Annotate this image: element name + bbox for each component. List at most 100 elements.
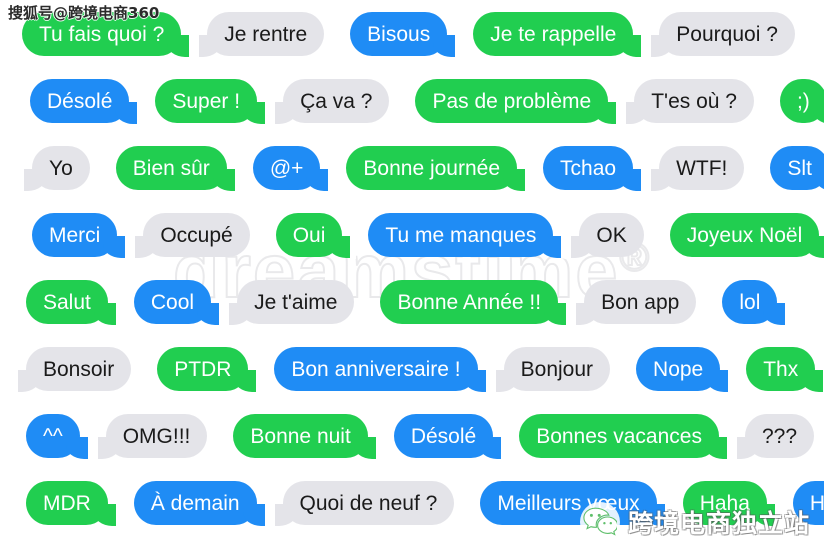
message-bubble[interactable]: Bonnes vacances [519,414,733,460]
message-bubble[interactable]: Je te rappelle [473,12,648,58]
message-bubble[interactable]: Joyeux Noël [669,213,824,259]
message-bubble-label: ^^ [43,424,63,448]
message-bubble-label: @+ [269,156,304,180]
message-bubble[interactable]: Tchao [543,146,648,192]
message-bubble[interactable]: OK [565,213,644,259]
message-bubble[interactable]: Bisous [350,12,462,58]
message-bubble-label: T'es où ? [651,89,737,113]
message-bubble-board: dreamstime® Tu fais quoi ? Je rentre Bisou… [0,0,824,548]
message-bubble[interactable]: Pourquoi ? [645,12,795,58]
message-bubble-label: Occupé [160,223,233,247]
message-bubble[interactable]: Occupé [129,213,250,259]
message-bubble[interactable]: Salut [26,280,122,326]
message-bubble-label: Je t'aime [254,290,338,314]
message-bubble[interactable]: Bonjour [489,347,611,393]
message-bubble-label: Tu fais quoi ? [39,22,165,46]
message-bubble-label: Bisous [367,22,431,46]
message-bubble-label: Bien sûr [132,156,210,180]
message-bubble-label: Désolé [47,89,113,113]
message-bubble-label: Je te rappelle [490,22,617,46]
message-bubble-label: Bonne nuit [250,424,351,448]
message-bubble-label: Nope [653,357,704,381]
message-bubble[interactable]: Quoi de neuf ? [268,481,455,527]
message-bubble-label: OK [596,223,627,247]
message-bubble[interactable]: ^^ [26,414,94,460]
message-bubble[interactable]: Bon anniversaire ! [274,347,492,393]
message-bubble-label: Bonne journée [363,156,501,180]
wechat-overlay: 跨境电商独立站 [579,502,810,542]
bubble-row: Bonsoir PTDR Bon anniversaire ! Bonjour Nope… [0,341,824,397]
message-bubble-label: Je rentre [224,22,308,46]
message-bubble[interactable]: Tu me manques [368,213,568,259]
message-bubble[interactable]: Cool [133,280,226,326]
message-bubble-label: ??? [761,424,798,448]
message-bubble-label: Cool [150,290,195,314]
message-bubble[interactable]: MDR [26,481,122,527]
message-bubble[interactable]: Bonne Année !! [380,280,572,326]
message-bubble[interactable]: Je rentre [193,12,325,58]
message-bubble[interactable]: Yo [18,146,90,192]
bubble-row: Yo Bien sûr @+ Bonne journée Tchao WTF! Slt [0,140,824,196]
message-bubble[interactable]: Slt [770,146,824,191]
message-bubble-label: Bonne Année !! [397,290,542,314]
sohu-watermark: 搜狐号@跨境电商360 [8,4,160,22]
message-bubble[interactable]: ;) [779,79,824,124]
bubble-row: Désolé Super ! Ça va ? Pas de problème T'es … [0,73,824,129]
message-bubble[interactable]: Bien sûr [115,146,241,192]
message-bubble-label: Salut [43,290,91,314]
message-bubble[interactable]: PTDR [157,347,263,393]
message-bubble[interactable]: Pas de problème [415,79,622,125]
message-bubble-label: WTF! [676,156,728,180]
message-bubble-label: Bonjour [520,357,594,381]
message-bubble[interactable]: Bonne journée [346,146,531,192]
message-bubble-label: Yo [49,156,73,180]
message-bubble[interactable]: Bonsoir [11,347,132,393]
message-bubble-label: Thx [763,357,799,381]
message-bubble-label: Tchao [560,156,617,180]
message-bubble[interactable]: Bon app [570,280,697,326]
message-bubble[interactable]: Je t'aime [223,280,355,326]
message-bubble[interactable]: T'es où ? [620,79,754,125]
message-bubble-label: Hey [809,491,824,515]
message-bubble-label: Quoi de neuf ? [299,491,438,515]
message-bubble[interactable]: Nope [636,347,735,393]
message-bubble-label: Tu me manques [385,223,537,247]
wechat-overlay-label: 跨境电商独立站 [627,509,810,538]
message-bubble[interactable]: OMG!!! [91,414,208,460]
message-bubble[interactable]: Merci [32,213,132,259]
message-bubble[interactable]: À demain [133,481,271,527]
message-bubble-label: Bon anniversaire ! [291,357,461,381]
message-bubble[interactable]: Super ! [155,79,271,125]
message-bubble-label: Bon app [601,290,680,314]
message-bubble[interactable]: Oui [275,213,357,259]
bubble-row: Salut Cool Je t'aime Bonne Année !! Bon app l… [0,274,824,330]
message-bubble[interactable]: Thx [746,347,824,393]
wechat-icon [579,502,620,542]
message-bubble-label: Bonnes vacances [536,424,702,448]
message-bubble-label: lol [739,290,761,314]
message-bubble-label: Pas de problème [432,89,592,113]
message-bubble[interactable]: Bonne nuit [233,414,383,460]
message-bubble-label: Pourquoi ? [676,22,778,46]
bubble-row: ^^ OMG!!! Bonne nuit Désolé Bonnes vacances?… [0,408,824,464]
message-bubble[interactable]: @+ [252,146,334,192]
message-bubble-label: MDR [43,491,91,515]
bubble-row: Merci Occupé Oui Tu me manques OK Joyeux Noël [0,207,824,263]
message-bubble-label: ;) [796,89,810,113]
message-bubble[interactable]: WTF! [645,146,745,192]
message-bubble[interactable]: Désolé [393,414,508,460]
message-bubble-label: Merci [49,223,101,247]
message-bubble[interactable]: Ça va ? [269,79,390,125]
message-bubble-label: Ça va ? [300,89,373,113]
message-bubble-label: Bonsoir [43,357,115,381]
message-bubble-label: PTDR [174,357,232,381]
message-bubble[interactable]: lol [722,280,792,326]
message-bubble[interactable]: Désolé [30,79,144,125]
message-bubble-label: OMG!!! [122,424,191,448]
message-bubble-label: Oui [292,223,326,247]
message-bubble-label: À demain [150,491,240,515]
message-bubble-label: Slt [787,156,812,180]
message-bubble-label: Joyeux Noël [686,223,803,247]
message-bubble[interactable]: ??? [730,414,815,460]
message-bubble-label: Super ! [172,89,241,113]
